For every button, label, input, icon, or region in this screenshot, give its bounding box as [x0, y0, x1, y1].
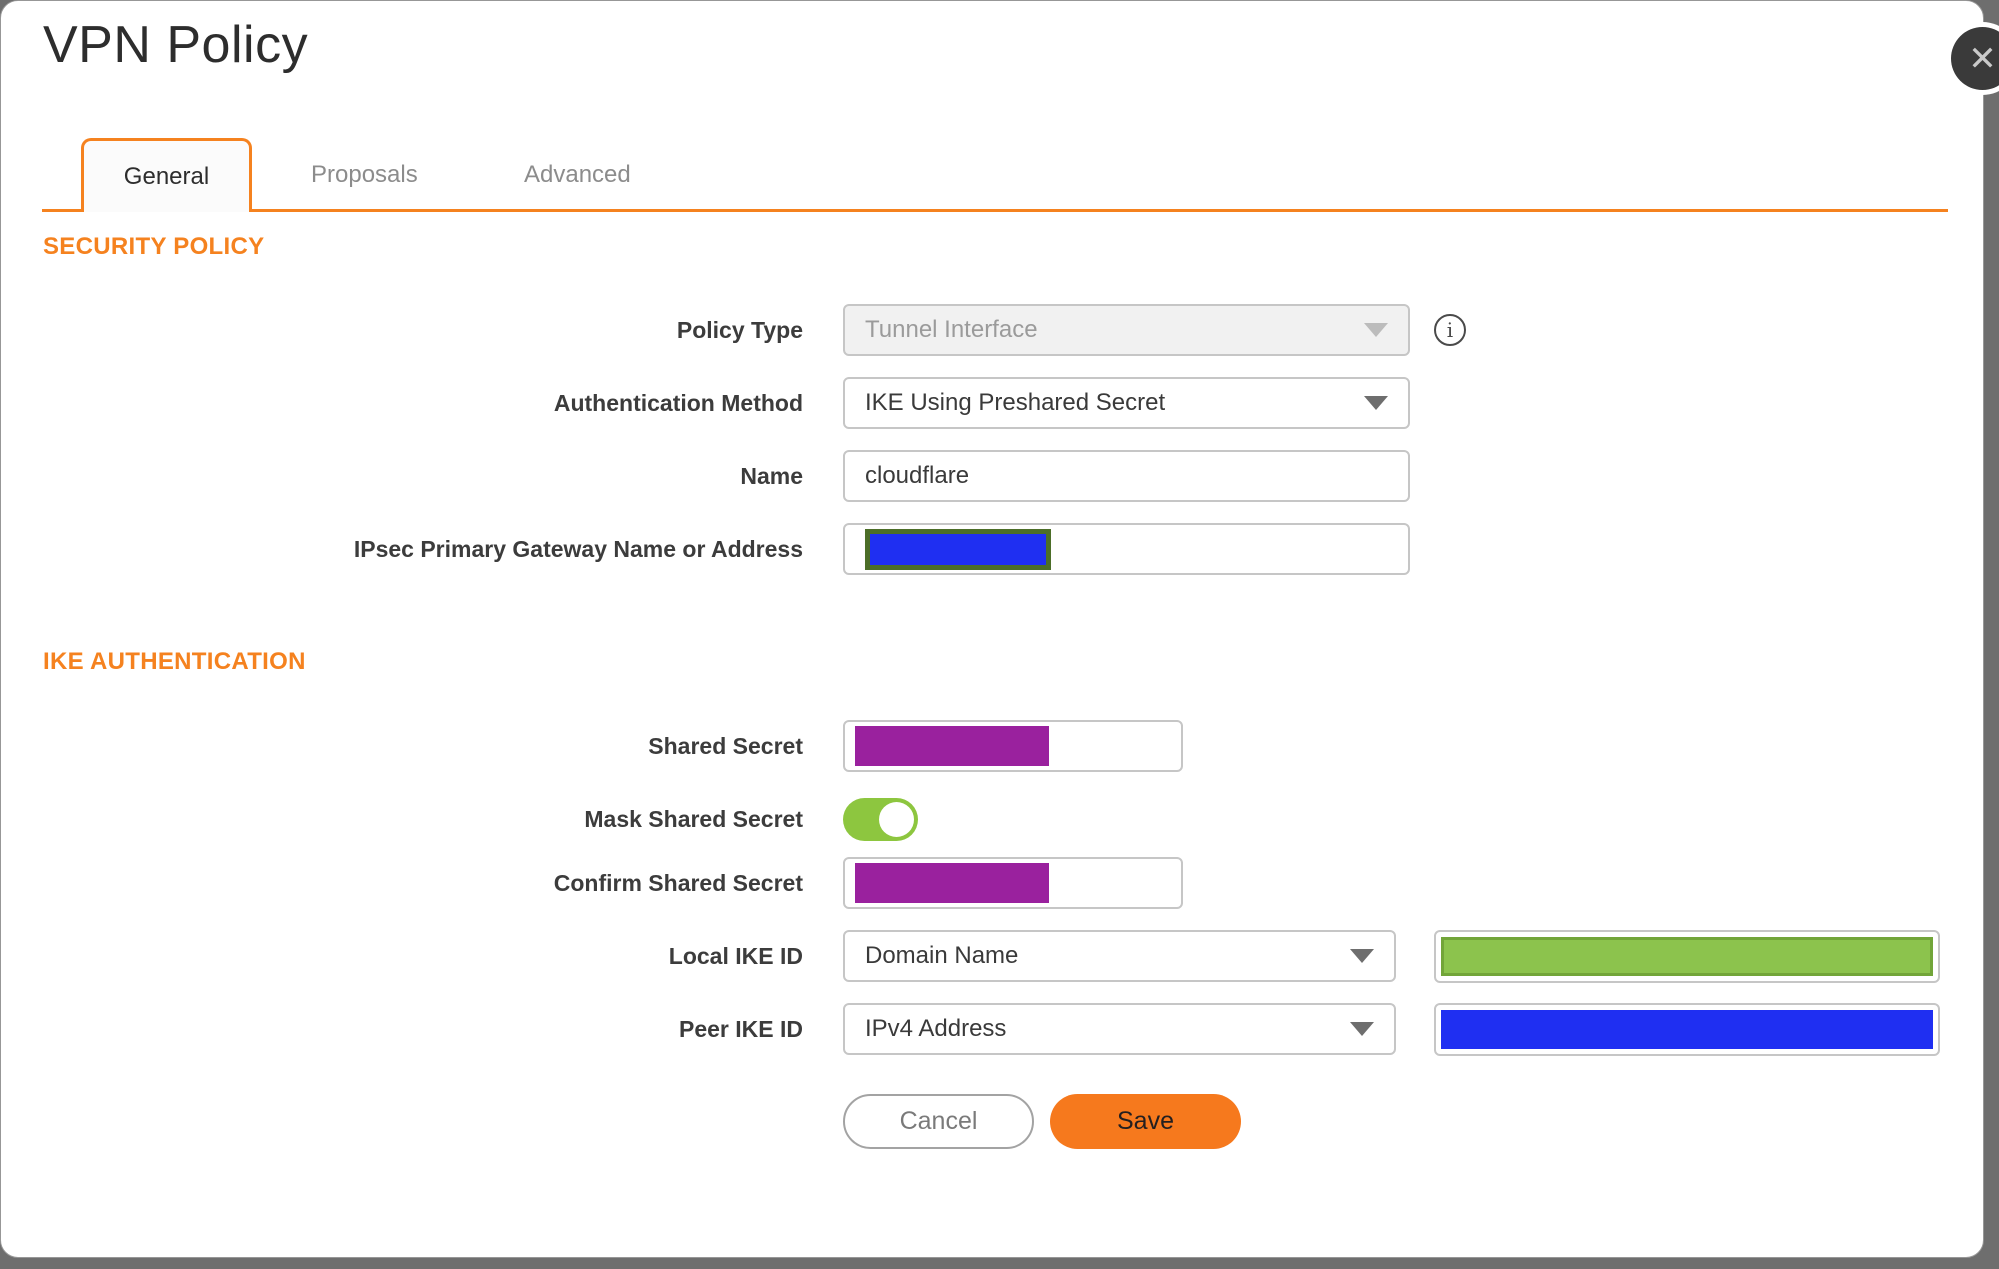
mask-shared-secret-toggle[interactable]	[843, 797, 918, 841]
tab-proposals-label: Proposals	[311, 161, 418, 188]
modal-backdrop: { "modal": { "title": "VPN Policy" }, "i…	[0, 0, 1999, 1269]
policy-type-value: Tunnel Interface	[865, 316, 1038, 343]
chevron-down-icon	[1350, 1022, 1374, 1036]
vpn-policy-dialog: VPN Policy General Proposals Advanced SE…	[0, 0, 1984, 1258]
shared-secret-redacted-value	[855, 726, 1049, 766]
confirm-shared-secret-input[interactable]	[843, 857, 1183, 909]
local-ike-id-select[interactable]: Domain Name	[843, 930, 1396, 982]
confirm-shared-secret-label: Confirm Shared Secret	[553, 869, 803, 896]
confirm-shared-secret-redacted-value	[855, 863, 1049, 903]
action-buttons: Cancel Save	[843, 1094, 1985, 1149]
tab-advanced-label: Advanced	[524, 161, 631, 188]
ike-authentication-form: Shared Secret Mask Shared Secret Confirm…	[1, 720, 1985, 1149]
section-security-policy: SECURITY POLICY	[43, 233, 265, 260]
name-row: Name cloudflare	[1, 450, 1985, 502]
peer-ike-id-input[interactable]	[1434, 1002, 1940, 1056]
authentication-method-label: Authentication Method	[553, 389, 803, 416]
tab-proposals[interactable]: Proposals	[311, 138, 418, 212]
cancel-button[interactable]: Cancel	[843, 1094, 1034, 1149]
chevron-down-icon	[1364, 396, 1388, 410]
name-value: cloudflare	[865, 462, 970, 489]
mask-shared-secret-label: Mask Shared Secret	[584, 805, 803, 832]
gateway-row: IPsec Primary Gateway Name or Address	[1, 523, 1985, 575]
tab-advanced[interactable]: Advanced	[524, 138, 631, 212]
name-input[interactable]: cloudflare	[843, 450, 1410, 502]
authentication-method-select[interactable]: IKE Using Preshared Secret	[843, 377, 1410, 429]
policy-type-select: Tunnel Interface	[843, 304, 1410, 356]
peer-ike-id-redacted-value	[1441, 1009, 1933, 1049]
policy-type-row: Policy Type Tunnel Interface i	[1, 304, 1985, 356]
peer-ike-id-row: Peer IKE ID IPv4 Address	[1, 1002, 1985, 1056]
gateway-label: IPsec Primary Gateway Name or Address	[353, 535, 803, 562]
shared-secret-row: Shared Secret	[1, 720, 1985, 772]
page-title: VPN Policy	[43, 16, 309, 74]
local-ike-id-row: Local IKE ID Domain Name	[1, 929, 1985, 983]
info-icon[interactable]: i	[1434, 314, 1466, 346]
tab-panel-general: SECURITY POLICY Policy Type Tunnel Inter…	[1, 212, 1985, 1149]
peer-ike-id-type-value: IPv4 Address	[865, 1015, 1007, 1042]
authentication-method-value: IKE Using Preshared Secret	[865, 389, 1166, 416]
local-ike-id-type-value: Domain Name	[865, 942, 1019, 969]
local-ike-id-input[interactable]	[1434, 929, 1940, 983]
gateway-input[interactable]	[843, 523, 1410, 575]
mask-shared-secret-row: Mask Shared Secret	[1, 793, 1985, 845]
toggle-knob	[879, 801, 914, 837]
chevron-down-icon	[1350, 949, 1374, 963]
section-ike-authentication: IKE AUTHENTICATION	[43, 648, 306, 675]
shared-secret-label: Shared Secret	[648, 732, 803, 759]
local-ike-id-label: Local IKE ID	[668, 942, 803, 969]
tab-general-label: General	[123, 162, 210, 190]
peer-ike-id-select[interactable]: IPv4 Address	[843, 1003, 1396, 1055]
name-label: Name	[740, 462, 803, 489]
shared-secret-input[interactable]	[843, 720, 1183, 772]
confirm-shared-secret-row: Confirm Shared Secret	[1, 857, 1985, 909]
tab-bar: General Proposals Advanced	[1, 138, 1985, 212]
authentication-method-row: Authentication Method IKE Using Preshare…	[1, 377, 1985, 429]
chevron-down-icon	[1364, 323, 1388, 337]
save-button[interactable]: Save	[1050, 1094, 1241, 1149]
peer-ike-id-label: Peer IKE ID	[679, 1015, 803, 1042]
gateway-redacted-value	[865, 528, 1051, 570]
security-policy-form: Policy Type Tunnel Interface i Authentic…	[1, 304, 1985, 575]
local-ike-id-redacted-value	[1441, 936, 1933, 976]
policy-type-label: Policy Type	[676, 316, 803, 343]
tab-general[interactable]: General	[81, 138, 252, 212]
